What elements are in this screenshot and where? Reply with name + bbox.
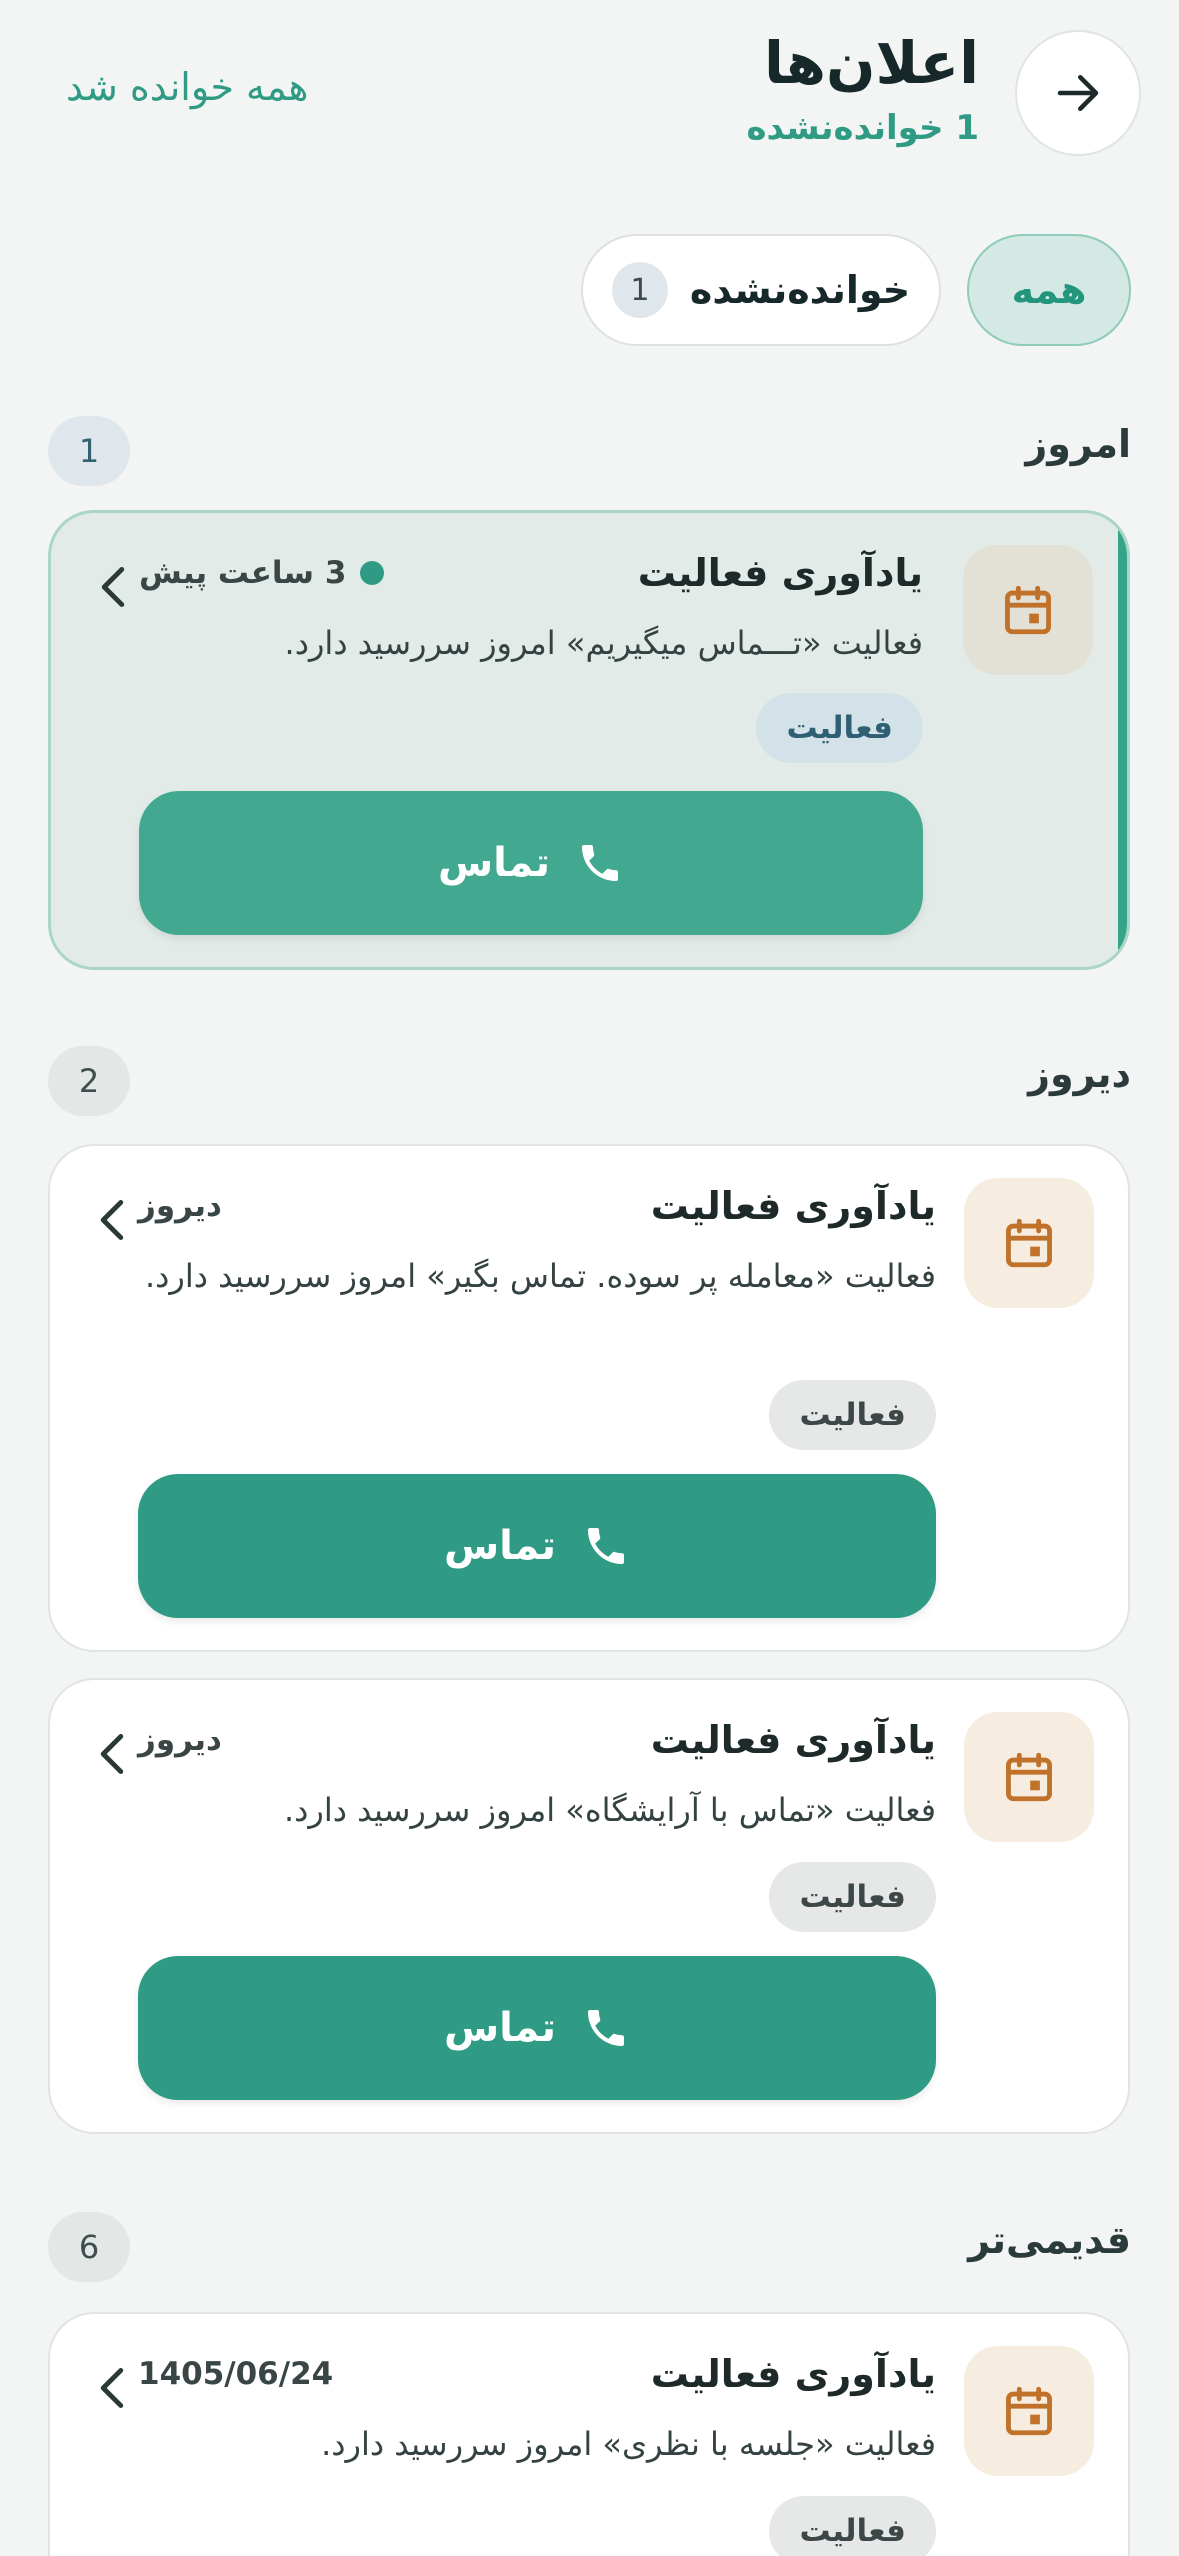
tab-unread[interactable]: خوانده‌نشده 1 — [581, 234, 941, 346]
section-count-badge: 6 — [48, 2212, 130, 2282]
calendar-icon — [1006, 2386, 1052, 2436]
tab-label: همه — [1011, 268, 1087, 312]
notification-card[interactable]: یادآوری فعالیت 1405/06/24 فعالیت «جلسه ب… — [48, 2312, 1130, 2556]
calendar-icon-box — [964, 1712, 1094, 1842]
category-tag: فعالیت — [769, 1862, 936, 1932]
category-tag: فعالیت — [769, 1380, 936, 1450]
card-time: 3 ساعت پیش — [139, 551, 385, 595]
notifications-page: اعلان‌ها 1 خوانده‌نشده همه خوانده شد همه… — [0, 0, 1179, 2556]
card-time: دیروز — [138, 1184, 222, 1228]
time-label: 3 ساعت پیش — [139, 555, 347, 591]
call-button[interactable]: تماس — [138, 1956, 936, 2100]
card-title: یادآوری فعالیت — [650, 1184, 936, 1228]
section-header-older: قدیمی‌تر 6 — [48, 2212, 1131, 2282]
unread-summary: 1 خوانده‌نشده — [746, 108, 979, 148]
card-body: فعالیت «تماس با آرایشگاه» امروز سررسید د… — [283, 1791, 936, 1829]
section-count-badge: 2 — [48, 1046, 130, 1116]
section-title: امروز — [1025, 422, 1131, 466]
arrow-right-icon — [1057, 75, 1099, 111]
category-tag: فعالیت — [756, 693, 923, 763]
call-label: تماس — [443, 1523, 557, 1569]
calendar-icon — [1005, 585, 1051, 635]
section-count-badge: 1 — [48, 416, 130, 486]
time-label: دیروز — [138, 1188, 222, 1224]
card-body: فعالیت «معامله پر سوده. تماس بگیر» امروز… — [144, 1257, 936, 1295]
tab-count-badge: 1 — [611, 262, 668, 318]
card-body: فعالیت «تـــماس میگیریم» امروز سررسید دا… — [284, 624, 923, 662]
chevron-left-icon[interactable] — [92, 1196, 132, 1244]
calendar-icon — [1006, 1752, 1052, 1802]
header: اعلان‌ها 1 خوانده‌نشده همه خوانده شد — [0, 0, 1179, 200]
back-button[interactable] — [1015, 30, 1141, 156]
time-label: 1405/06/24 — [138, 2356, 334, 2392]
calendar-icon-box — [963, 545, 1093, 675]
chevron-left-icon[interactable] — [92, 1730, 132, 1778]
call-button[interactable]: تماس — [138, 1474, 936, 1618]
call-label: تماس — [443, 2005, 557, 2051]
section-header-today: امروز 1 — [48, 416, 1131, 486]
calendar-icon-box — [964, 2346, 1094, 2476]
card-time: دیروز — [138, 1718, 222, 1762]
phone-icon — [582, 845, 619, 881]
calendar-icon — [1006, 1218, 1052, 1268]
phone-icon — [588, 2010, 625, 2046]
card-title: یادآوری فعالیت — [637, 551, 923, 595]
category-tag: فعالیت — [769, 2496, 936, 2556]
calendar-icon-box — [964, 1178, 1094, 1308]
section-header-yesterday: دیروز 2 — [48, 1046, 1131, 1116]
chevron-left-icon[interactable] — [93, 563, 133, 611]
call-label: تماس — [437, 840, 551, 886]
filter-tabs: همه خوانده‌نشده 1 — [581, 234, 1131, 346]
tab-all[interactable]: همه — [967, 234, 1131, 346]
time-label: دیروز — [138, 1722, 222, 1758]
section-title: دیروز — [1028, 1052, 1131, 1096]
chevron-left-icon[interactable] — [92, 2364, 132, 2412]
tab-label: خوانده‌نشده — [689, 268, 911, 312]
mark-all-read-button[interactable]: همه خوانده شد — [66, 62, 308, 112]
page-title: اعلان‌ها — [763, 29, 979, 97]
notification-card[interactable]: یادآوری فعالیت 3 ساعت پیش فعالیت «تـــما… — [48, 510, 1130, 970]
call-button[interactable]: تماس — [139, 791, 923, 935]
notification-card[interactable]: یادآوری فعالیت دیروز فعالیت «تماس با آرا… — [48, 1678, 1130, 2134]
notification-card[interactable]: یادآوری فعالیت دیروز فعالیت «معامله پر س… — [48, 1144, 1130, 1652]
card-title: یادآوری فعالیت — [650, 2352, 936, 2396]
card-title: یادآوری فعالیت — [650, 1718, 936, 1762]
title-block: اعلان‌ها 1 خوانده‌نشده — [746, 24, 979, 152]
card-body: فعالیت «جلسه با نظری» امروز سررسید دارد. — [321, 2425, 936, 2463]
section-title: قدیمی‌تر — [968, 2218, 1131, 2262]
card-time: 1405/06/24 — [138, 2352, 333, 2396]
unread-dot — [360, 561, 385, 585]
phone-icon — [588, 1528, 625, 1564]
